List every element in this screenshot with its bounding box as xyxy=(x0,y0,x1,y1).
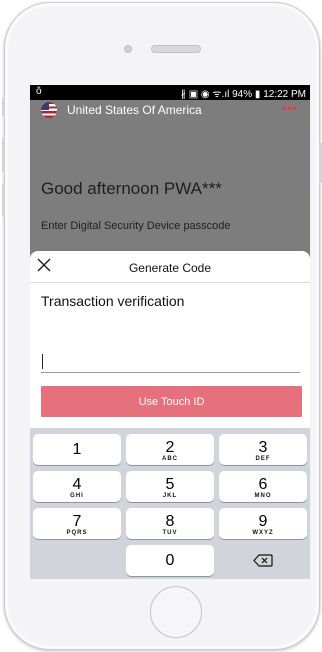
sheet-title: Generate Code xyxy=(128,261,212,275)
status-left: ô xyxy=(36,86,42,97)
greeting-text: Good afternoon PWA*** xyxy=(41,179,222,198)
key-7[interactable]: 7 PQRS xyxy=(33,508,121,539)
key-number: 0 xyxy=(165,552,175,569)
key-8[interactable]: 8 TUV xyxy=(126,508,214,539)
key-3[interactable]: 3 DEF xyxy=(219,434,307,465)
key-letters: PQRS xyxy=(66,530,88,536)
numeric-keypad: 1 2 ABC 3 DEF 4 GHI 5 JKL 6 MNO 7 PQRS 8… xyxy=(30,428,310,579)
key-0[interactable]: 0 xyxy=(126,545,214,576)
app-screen: ô ∦ ▣ ◉ ᯤ.ıl 94% ▮ 12:22 PM United State… xyxy=(30,85,310,579)
key-number: 1 xyxy=(72,441,82,458)
key-number: 3 xyxy=(258,439,268,456)
volume-up-button xyxy=(2,138,5,172)
volume-down-button xyxy=(2,183,5,217)
key-number: 8 xyxy=(165,513,175,530)
key-5[interactable]: 5 JKL xyxy=(126,471,214,502)
key-number: 9 xyxy=(258,513,268,530)
earpiece-speaker xyxy=(151,45,201,53)
passcode-input[interactable] xyxy=(41,352,300,373)
key-2[interactable]: 2 ABC xyxy=(126,434,214,465)
instruction-text: Enter Digital Security Device passcode xyxy=(41,220,231,232)
key-number: 6 xyxy=(258,476,268,493)
key-9[interactable]: 9 WXYZ xyxy=(219,508,307,539)
backspace-icon xyxy=(253,554,273,567)
key-1[interactable]: 1 xyxy=(33,434,121,465)
more-dots-icon[interactable]: ••• xyxy=(282,101,298,115)
divider xyxy=(30,282,310,283)
use-touch-id-button[interactable]: Use Touch ID xyxy=(41,386,302,417)
home-button[interactable] xyxy=(150,586,202,638)
key-letters: MNO xyxy=(254,493,272,499)
key-number: 7 xyxy=(72,513,82,530)
key-letters: JKL xyxy=(162,493,178,499)
key-6[interactable]: 6 MNO xyxy=(219,471,307,502)
key-number: 4 xyxy=(72,476,82,493)
country-label: United States Of America xyxy=(67,103,202,117)
front-camera xyxy=(124,45,132,53)
generate-code-sheet: Generate Code Transaction verification U… xyxy=(30,251,310,428)
key-number: 5 xyxy=(165,476,175,493)
key-letters: DEF xyxy=(255,456,271,462)
country-selector[interactable]: United States Of America xyxy=(41,100,202,120)
key-4[interactable]: 4 GHI xyxy=(33,471,121,502)
key-letters: GHI xyxy=(70,493,84,499)
key-letters: ABC xyxy=(162,456,178,462)
delete-key[interactable] xyxy=(219,545,307,576)
text-cursor xyxy=(42,354,43,369)
us-flag-icon xyxy=(41,102,57,118)
key-letters: TUV xyxy=(162,530,178,536)
mute-switch xyxy=(2,98,5,116)
status-bar: ô ∦ ▣ ◉ ᯤ.ıl 94% ▮ 12:22 PM xyxy=(30,85,310,100)
key-number: 2 xyxy=(165,439,175,456)
transaction-verification-label: Transaction verification xyxy=(41,293,185,309)
key-letters: WXYZ xyxy=(252,530,274,536)
status-right: ∦ ▣ ◉ ᯤ.ıl 94% ▮ 12:22 PM xyxy=(180,89,306,100)
